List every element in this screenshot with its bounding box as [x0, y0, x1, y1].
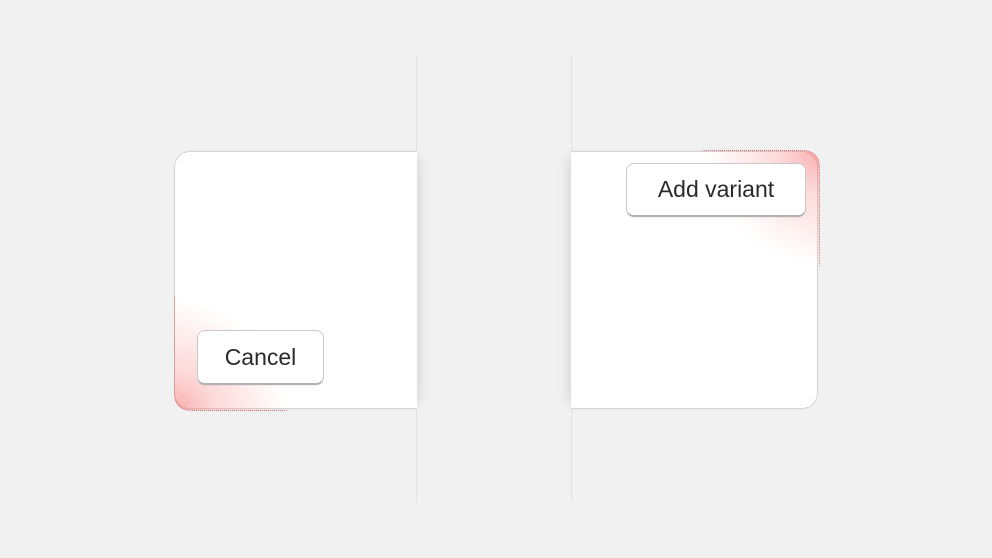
- cancel-button[interactable]: Cancel: [197, 330, 324, 385]
- add-variant-button[interactable]: Add variant: [626, 163, 806, 217]
